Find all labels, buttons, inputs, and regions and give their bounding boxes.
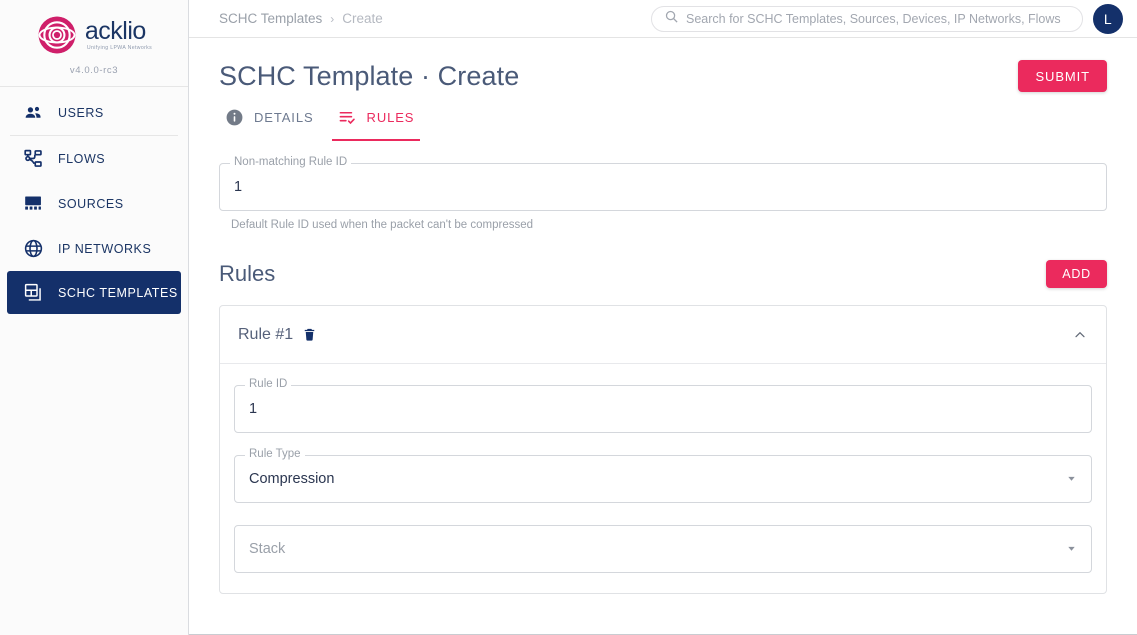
main-area: SCHC Templates › Create Search for SCHC … [189, 0, 1137, 635]
sidebar-item-label: USERS [58, 105, 104, 120]
flows-icon [22, 148, 44, 170]
rule-type-select[interactable]: Compression [234, 455, 1092, 503]
rule-panel-title: Rule #1 [238, 325, 294, 343]
tab-rules-label: RULES [366, 110, 415, 125]
rule-type-label: Rule Type [245, 448, 305, 460]
users-icon [22, 102, 44, 124]
search-input[interactable]: Search for SCHC Templates, Sources, Devi… [651, 5, 1083, 32]
sidebar: acklio Unifying LPWA Networks v4.0.0-rc3… [0, 0, 189, 635]
topbar: SCHC Templates › Create Search for SCHC … [189, 0, 1137, 38]
rule-panel-body: Rule ID 1 Rule Type Compression Stack [220, 378, 1106, 593]
trash-icon[interactable] [302, 327, 317, 342]
sidebar-item-flows[interactable]: FLOWS [7, 136, 181, 181]
search-icon [664, 9, 679, 29]
app-root: acklio Unifying LPWA Networks v4.0.0-rc3… [0, 0, 1137, 635]
rule-type-value: Compression [249, 471, 335, 487]
avatar[interactable]: L [1093, 3, 1123, 34]
search-placeholder: Search for SCHC Templates, Sources, Devi… [686, 11, 1061, 26]
chevron-down-icon[interactable] [1066, 473, 1077, 486]
sidebar-item-schc-templates[interactable]: SCHC TEMPLATES [7, 271, 181, 314]
page-content: SCHC Template · Create SUBMIT DETAILS RU… [189, 38, 1137, 635]
brand-block: acklio Unifying LPWA Networks v4.0.0-rc3 [0, 0, 188, 87]
add-rule-button[interactable]: ADD [1046, 260, 1107, 288]
sidebar-item-label: IP NETWORKS [58, 241, 152, 256]
non-matching-rule-id-input[interactable]: 1 [219, 163, 1107, 211]
rule-panel-header[interactable]: Rule #1 [220, 306, 1106, 364]
rules-checklist-icon [338, 108, 357, 127]
chevron-down-icon[interactable] [1066, 543, 1077, 556]
tab-details[interactable]: DETAILS [219, 108, 332, 141]
form-area: Non-matching Rule ID 1 Default Rule ID u… [189, 156, 1137, 594]
sources-icon [22, 193, 44, 215]
submit-button[interactable]: SUBMIT [1018, 60, 1107, 92]
rule-id-input[interactable]: 1 [234, 385, 1092, 433]
rule-panel: Rule #1 Rule ID 1 Rule Type Compression … [219, 305, 1107, 594]
breadcrumb: SCHC Templates › Create [219, 11, 383, 26]
non-matching-rule-id-value: 1 [234, 179, 243, 195]
page-title: SCHC Template · Create [219, 60, 520, 91]
sidebar-item-ip-networks[interactable]: IP NETWORKS [7, 226, 181, 271]
stack-select[interactable]: Stack [234, 525, 1092, 573]
stack-placeholder: Stack [249, 541, 286, 557]
sidebar-item-label: SCHC TEMPLATES [58, 285, 178, 300]
rule-type-field[interactable]: Rule Type Compression [234, 448, 1092, 503]
schc-templates-icon [22, 282, 44, 304]
tab-rules[interactable]: RULES [331, 108, 433, 141]
brand-row: acklio Unifying LPWA Networks [36, 14, 152, 56]
page-header: SCHC Template · Create SUBMIT [189, 38, 1137, 92]
non-matching-rule-id-label: Non-matching Rule ID [230, 156, 352, 168]
brand-name: acklio [84, 16, 146, 45]
avatar-initial: L [1103, 10, 1113, 27]
rule-id-field[interactable]: Rule ID 1 [234, 378, 1092, 433]
globe-icon [22, 238, 44, 260]
acklio-logo-icon [36, 14, 78, 56]
rules-section-title: Rules [219, 261, 276, 286]
sidebar-item-label: FLOWS [58, 151, 106, 166]
brand-text: acklio Unifying LPWA Networks [84, 16, 153, 51]
rule-id-value: 1 [249, 401, 258, 417]
sidebar-item-label: SOURCES [58, 196, 124, 211]
rule-id-label: Rule ID [245, 378, 292, 390]
breadcrumb-separator-icon: › [330, 11, 335, 26]
sidebar-item-users[interactable]: USERS [7, 90, 181, 135]
non-matching-rule-id-field[interactable]: Non-matching Rule ID 1 Default Rule ID u… [219, 156, 1107, 231]
rules-section-header: Rules ADD [219, 260, 1107, 288]
info-icon [225, 108, 244, 127]
sidebar-item-sources[interactable]: SOURCES [7, 181, 181, 226]
brand-tagline: Unifying LPWA Networks [86, 44, 153, 51]
stack-field[interactable]: Stack [234, 525, 1092, 573]
breadcrumb-current: Create [342, 11, 383, 26]
non-matching-rule-id-hint: Default Rule ID used when the packet can… [231, 219, 534, 231]
brand-version: v4.0.0-rc3 [69, 65, 119, 76]
tab-bar: DETAILS RULES [189, 108, 1137, 141]
breadcrumb-parent[interactable]: SCHC Templates [219, 11, 322, 26]
chevron-up-icon[interactable] [1072, 327, 1088, 343]
tab-details-label: DETAILS [254, 110, 314, 125]
sidebar-nav: USERS FLOWS SOURCES IP NETWORKS SCHC TEM… [0, 87, 188, 314]
